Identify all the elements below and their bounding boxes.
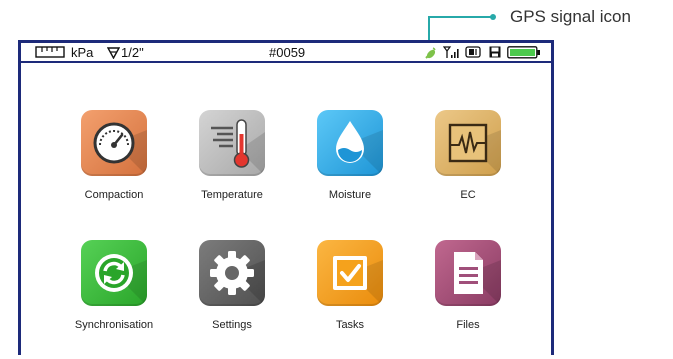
- app-files[interactable]: Files: [408, 240, 528, 331]
- app-settings[interactable]: Settings: [172, 240, 292, 331]
- callout-dot: [490, 14, 496, 20]
- document-icon: [435, 240, 501, 306]
- sync-icon: [81, 240, 147, 306]
- ruler-icon[interactable]: [35, 46, 65, 61]
- app-synchronisation[interactable]: Synchronisation: [54, 240, 174, 331]
- app-moisture[interactable]: Moisture: [290, 110, 410, 201]
- gps-signal-icon: [423, 46, 437, 63]
- thermometer-icon: [199, 110, 265, 176]
- app-label: EC: [460, 189, 476, 201]
- device-screen: kPa 1/2" #0059 Compaction Temperature Mo…: [18, 40, 554, 355]
- unit-label[interactable]: kPa: [71, 45, 93, 60]
- app-compaction[interactable]: Compaction: [54, 110, 174, 201]
- annotation-callout: GPS signal icon: [0, 0, 673, 52]
- save-icon: [489, 46, 501, 61]
- callout-line-horizontal: [428, 16, 492, 18]
- app-label: Synchronisation: [74, 319, 154, 331]
- probe-cone-icon[interactable]: [106, 47, 121, 62]
- cellular-signal-icon: [442, 46, 459, 62]
- app-label: Compaction: [84, 189, 144, 201]
- checkbox-icon: [317, 240, 383, 306]
- app-label: Tasks: [335, 319, 365, 331]
- app-temperature[interactable]: Temperature: [172, 110, 292, 201]
- probe-size-label[interactable]: 1/2": [121, 45, 144, 60]
- app-label: Settings: [212, 319, 252, 331]
- status-bar: kPa 1/2" #0059: [21, 43, 551, 63]
- gauge-icon: [81, 110, 147, 176]
- water-drop-icon: [317, 110, 383, 176]
- app-label: Moisture: [328, 189, 372, 201]
- callout-label: GPS signal icon: [510, 7, 631, 26]
- app-tasks[interactable]: Tasks: [290, 240, 410, 331]
- app-label: Temperature: [201, 189, 263, 201]
- app-label: Files: [456, 319, 480, 331]
- gear-icon: [199, 240, 265, 306]
- ec-waveform-icon: [435, 110, 501, 176]
- app-ec[interactable]: EC: [408, 110, 528, 201]
- battery-icon: [507, 46, 541, 62]
- device-id: #0059: [269, 45, 306, 60]
- sd-card-icon: [465, 46, 481, 61]
